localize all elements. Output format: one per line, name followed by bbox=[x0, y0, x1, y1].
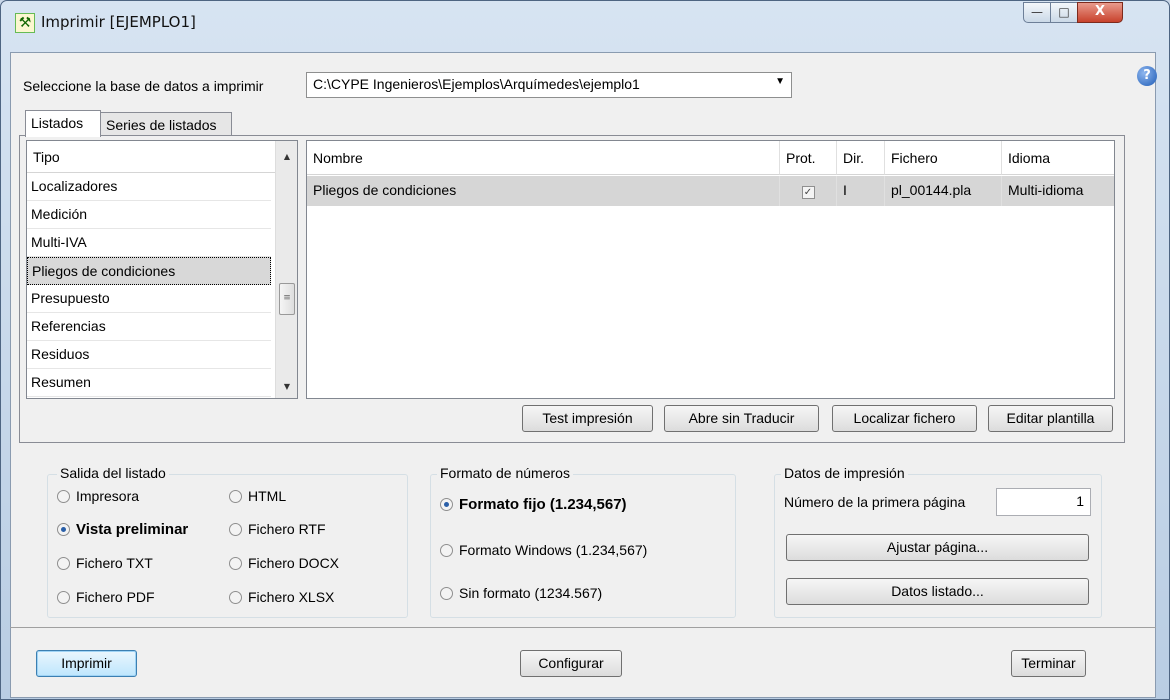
list-item-selected[interactable]: Pliegos de condiciones bbox=[27, 257, 271, 285]
tipo-scrollbar[interactable]: ▲ ≡ ▼ bbox=[275, 141, 297, 398]
radio-fichero-rtf[interactable]: Fichero RTF bbox=[229, 521, 326, 537]
radio-icon[interactable] bbox=[57, 591, 70, 604]
scroll-thumb[interactable]: ≡ bbox=[279, 283, 295, 315]
close-button[interactable]: X bbox=[1077, 2, 1123, 23]
chevron-down-icon: ▼ bbox=[775, 76, 785, 87]
radio-sin-formato[interactable]: Sin formato (1234.567) bbox=[440, 585, 602, 601]
terminar-button[interactable]: Terminar bbox=[1011, 650, 1086, 677]
tab-listados[interactable]: Listados bbox=[25, 110, 101, 137]
radio-selected-icon[interactable] bbox=[440, 498, 453, 511]
radio-icon[interactable] bbox=[57, 490, 70, 503]
db-select[interactable]: C:\CYPE Ingenieros\Ejemplos\Arquímedes\e… bbox=[306, 72, 792, 98]
scroll-down-icon[interactable]: ▼ bbox=[276, 378, 297, 396]
list-item[interactable]: Multi-IVA bbox=[27, 229, 271, 257]
primera-pagina-label: Número de la primera página bbox=[784, 494, 966, 510]
list-item[interactable]: Residuos bbox=[27, 341, 271, 369]
tipo-header: Tipo bbox=[27, 141, 297, 173]
tipo-list[interactable]: Tipo Localizadores Medición Multi-IVA Pl… bbox=[26, 140, 298, 399]
window-title: Imprimir [EJEMPLO1] bbox=[41, 13, 196, 31]
listados-grid[interactable]: Nombre Prot. Dir. Fichero Idioma Pliegos… bbox=[306, 140, 1115, 399]
tab-series-de-listados[interactable]: Series de listados bbox=[100, 112, 232, 137]
cell-prot[interactable]: ✓ bbox=[780, 176, 837, 206]
scroll-up-icon[interactable]: ▲ bbox=[276, 148, 297, 166]
abre-sin-traducir-button[interactable]: Abre sin Traducir bbox=[664, 405, 819, 432]
maximize-button[interactable]: □ bbox=[1050, 2, 1078, 23]
col-header-nombre[interactable]: Nombre bbox=[307, 141, 780, 175]
footer-divider bbox=[10, 627, 1156, 628]
radio-formato-windows[interactable]: Formato Windows (1.234,567) bbox=[440, 542, 647, 558]
list-item[interactable]: Presupuesto bbox=[27, 285, 271, 313]
primera-pagina-input[interactable]: 1 bbox=[996, 488, 1091, 516]
cell-nombre: Pliegos de condiciones bbox=[307, 176, 780, 206]
cell-idioma: Multi-idioma bbox=[1008, 182, 1084, 198]
radio-fichero-docx[interactable]: Fichero DOCX bbox=[229, 555, 339, 571]
radio-html[interactable]: HTML bbox=[229, 488, 286, 504]
radio-icon[interactable] bbox=[229, 490, 242, 503]
cell-dir: I bbox=[837, 176, 885, 206]
radio-fichero-txt[interactable]: Fichero TXT bbox=[57, 555, 153, 571]
radio-icon[interactable] bbox=[229, 523, 242, 536]
radio-icon[interactable] bbox=[229, 591, 242, 604]
list-item[interactable]: Referencias bbox=[27, 313, 271, 341]
radio-fichero-xlsx[interactable]: Fichero XLSX bbox=[229, 589, 334, 605]
localizar-fichero-button[interactable]: Localizar fichero bbox=[832, 405, 977, 432]
radio-icon[interactable] bbox=[57, 557, 70, 570]
db-select-value: C:\CYPE Ingenieros\Ejemplos\Arquímedes\e… bbox=[313, 76, 640, 92]
imprimir-button[interactable]: Imprimir bbox=[36, 650, 137, 677]
col-header-fichero[interactable]: Fichero bbox=[885, 141, 1002, 175]
ajustar-pagina-button[interactable]: Ajustar página... bbox=[786, 534, 1089, 561]
help-icon[interactable]: ? bbox=[1137, 66, 1157, 86]
radio-selected-icon[interactable] bbox=[57, 523, 70, 536]
radio-icon[interactable] bbox=[440, 587, 453, 600]
col-header-dir[interactable]: Dir. bbox=[837, 141, 885, 175]
title-bar[interactable]: ⚒ Imprimir [EJEMPLO1] — □ X bbox=[1, 1, 1169, 51]
configurar-button[interactable]: Configurar bbox=[520, 650, 622, 677]
list-item[interactable]: Resumen bbox=[27, 369, 271, 397]
db-label: Seleccione la base de datos a imprimir bbox=[23, 78, 264, 94]
minimize-button[interactable]: — bbox=[1023, 2, 1051, 23]
check-icon[interactable]: ✓ bbox=[801, 186, 815, 199]
radio-fichero-pdf[interactable]: Fichero PDF bbox=[57, 589, 155, 605]
col-header-prot[interactable]: Prot. bbox=[780, 141, 837, 175]
radio-vista-preliminar[interactable]: Vista preliminar bbox=[57, 521, 188, 538]
radio-impresora[interactable]: Impresora bbox=[57, 488, 139, 504]
salida-legend: Salida del listado bbox=[57, 465, 169, 481]
datos-impresion-legend: Datos de impresión bbox=[781, 465, 908, 481]
list-item[interactable]: Localizadores bbox=[27, 173, 271, 201]
app-icon: ⚒ bbox=[15, 13, 35, 33]
formato-legend: Formato de números bbox=[437, 465, 573, 481]
datos-listado-button[interactable]: Datos listado... bbox=[786, 578, 1089, 605]
cell-fichero: pl_00144.pla bbox=[885, 176, 1002, 206]
radio-icon[interactable] bbox=[229, 557, 242, 570]
radio-icon[interactable] bbox=[440, 544, 453, 557]
col-header-idioma[interactable]: Idioma bbox=[1002, 141, 1114, 175]
editar-plantilla-button[interactable]: Editar plantilla bbox=[988, 405, 1113, 432]
radio-formato-fijo[interactable]: Formato fijo (1.234,567) bbox=[440, 496, 627, 513]
list-item[interactable]: Medición bbox=[27, 201, 271, 229]
test-impresion-button[interactable]: Test impresión bbox=[522, 405, 653, 432]
